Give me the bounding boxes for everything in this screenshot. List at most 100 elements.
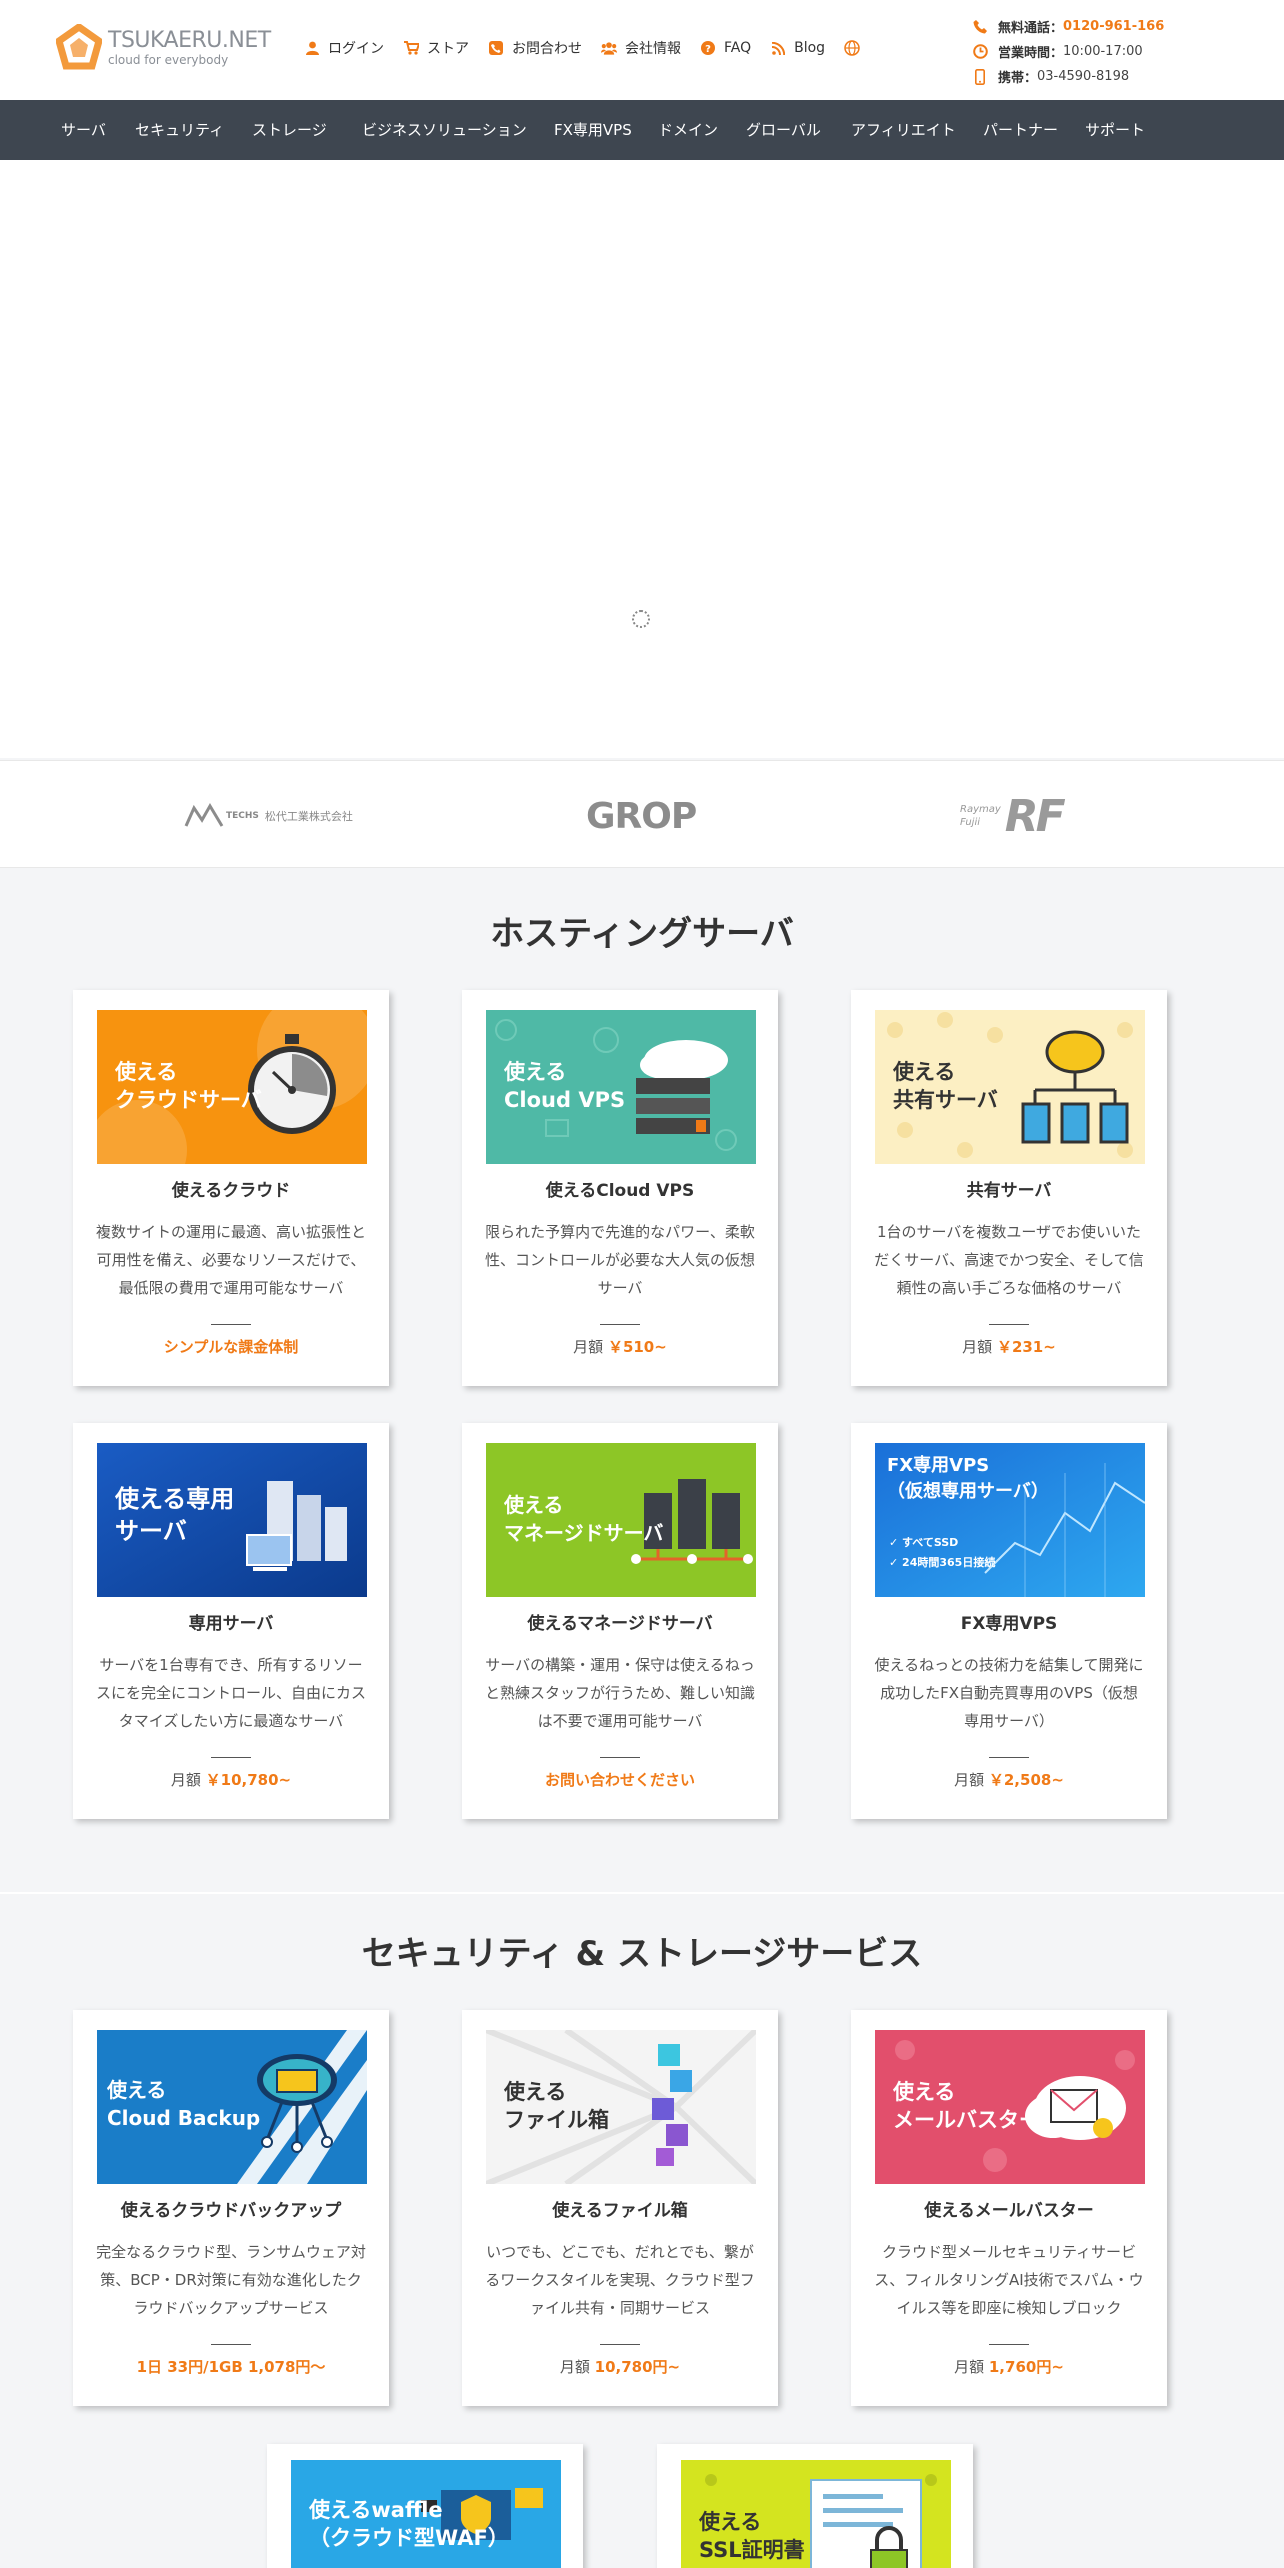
card-title: FX専用VPS [960,1614,1058,1634]
dedicated-server-thumbnail: 使える専用 サーバ [97,1443,367,1597]
card-divider [600,2344,640,2345]
mainnav-fx-vps[interactable]: FX専用VPS [554,100,632,160]
topnav-faq[interactable]: ? FAQ [700,40,751,56]
contact-hours-value: 10:00-17:00 [1063,44,1143,59]
card-divider [600,1324,640,1325]
card-title: 使えるメールバスター [924,2201,1094,2221]
mainnav-server[interactable]: サーバ [61,100,106,160]
ssl-thumbnail: SSL 使える SSL証明書 [681,2460,951,2568]
card-divider [989,2344,1029,2345]
mobile-icon [972,68,988,85]
contact-free: 無料通話： 0120-961-166 [972,14,1164,39]
topnav-store[interactable]: ストア [403,38,469,58]
topnav-blog-label: Blog [794,40,826,56]
service-card-managed[interactable]: 使える マネージドサーバ 使えるマネージドサーバ サーバの構築・運用・保守は使え… [462,1423,778,1819]
topnav-login[interactable]: ログイン [304,38,384,58]
service-card-mail-buster[interactable]: 使える メールバスター 使えるメールバスター クラウド型メールセキュリティサービ… [851,2010,1167,2406]
contact-free-number[interactable]: 0120-961-166 [1063,19,1164,34]
mainnav-support[interactable]: サポート [1085,100,1145,160]
mainnav-business[interactable]: ビジネスソリューション [362,100,527,160]
contact-mobile: 携帯： 03-4590-8198 [972,64,1164,89]
logo-pentagon-icon [56,24,102,70]
contact-info: 無料通話： 0120-961-166 営業時間： 10:00-17:00 携帯：… [972,14,1164,89]
card-title: 使えるCloud VPS [545,1181,695,1201]
card-description: 1台のサーバを複数ユーザでお使いいただくサーバ、高速でかつ安全、そして信頼性の高… [874,1223,1144,1297]
contact-mobile-number[interactable]: 03-4590-8198 [1037,69,1129,84]
topnav-blog[interactable]: Blog [770,40,825,56]
contact-free-label: 無料通話： [998,21,1064,36]
card-title: 使えるクラウドバックアップ [120,2201,342,2221]
service-card-cloud-vps[interactable]: 使える Cloud VPS 使えるCloud VPS 限られた予算内で先進的なパ… [462,990,778,1386]
mainnav-storage[interactable]: ストレージ [252,100,327,160]
user-icon [304,40,320,56]
mainnav-global[interactable]: グローバル [746,100,821,160]
service-card-dedicated[interactable]: 使える専用 サーバ 専用サーバ サーバを1台専有でき、所有するリソースにを完全に… [73,1423,389,1819]
service-card-ssl[interactable]: SSL 使える SSL証明書 [657,2444,973,2568]
contact-mobile-label: 携帯： [998,71,1038,86]
partner-3-small2: Fujii [960,817,981,828]
partner-3-name: RF [1004,790,1066,842]
card-title: 使えるクラウド [171,1181,291,1201]
card-price: 月額 10,780円~ [559,2358,681,2376]
card-description: 使えるねっとの技術力を結集して開発に成功したFX自動売買専用のVPS（仮想専用サ… [874,1656,1144,1730]
mail-buster-thumbnail: 使える メールバスター [875,2030,1145,2184]
card-divider [600,1757,640,1758]
partner-logo-matsushiro[interactable]: TECHS 松代工業株式会社 [184,791,353,841]
cart-icon [403,40,419,56]
cloud-backup-thumbnail: 使える Cloud Backup [97,2030,367,2184]
card-title: 使えるファイル箱 [552,2201,688,2221]
cloud-vps-thumb-text: 使える Cloud VPS [504,1060,626,1112]
svg-text:?: ? [705,44,711,55]
service-card-shared[interactable]: 使える 共有サーバ 共有サーバ 1台のサーバを複数ユーザでお使いいただくサーバ、… [851,990,1167,1386]
managed-thumb-text: 使える マネージドサーバ [504,1493,664,1545]
service-card-cloud[interactable]: 使える クラウドサーバ 使えるクラウド 複数サイトの運用に最適、高い拡張性と可用… [73,990,389,1386]
service-card-waffle[interactable]: 使えるwaffle （クラウド型WAF） [267,2444,583,2568]
topnav-company[interactable]: 会社情報 [601,38,681,58]
card-divider [211,1324,251,1325]
managed-server-thumbnail: 使える マネージドサーバ [486,1443,756,1597]
card-divider [211,2344,251,2345]
card-divider [989,1324,1029,1325]
mainnav-domain[interactable]: ドメイン [658,100,718,160]
topnav-login-label: ログイン [328,41,384,57]
logo-tagline: cloud for everybody [108,53,229,67]
card-title: 使えるマネージドサーバ [527,1614,713,1634]
topnav-language[interactable] [844,40,868,56]
mainnav-affiliate[interactable]: アフィリエイト [851,100,956,160]
waffle-thumbnail: 使えるwaffle （クラウド型WAF） [291,2460,561,2568]
card-divider [211,1757,251,1758]
site-logo[interactable]: TSUKAERU.NET cloud for everybody [56,24,271,72]
file-box-thumbnail: 使える ファイル箱 [486,2030,756,2184]
mainnav-partner[interactable]: パートナー [983,100,1058,160]
partner-logo-grop[interactable]: GROP [586,791,697,841]
partner-logo-raymay-fujii[interactable]: Raymay Fujii RF [960,790,1066,842]
top-navigation: ログイン ストア お問合わせ 会社情報 ? FAQ Blog [304,38,887,58]
card-description: 複数サイトの運用に最適、高い拡張性と可用性を備え、必要なリソースだけで、最低限の… [95,1223,366,1297]
card-description: 完全なるクラウド型、ランサムウェア対策、BCP・DR対策に有効な進化したクラウド… [96,2243,366,2317]
loading-spinner-icon [632,610,650,628]
shared-thumb-text: 使える 共有サーバ [893,1060,998,1112]
techs-mark-icon [184,803,224,827]
rss-icon [770,40,786,56]
waffle-thumb-text: 使えるwaffle （クラウド型WAF） [309,2498,509,2550]
shared-server-thumbnail: 使える 共有サーバ [875,1010,1145,1164]
service-card-file-box[interactable]: 使える ファイル箱 使えるファイル箱 いつでも、どこでも、だれとでも、繋がるワー… [462,2010,778,2406]
mainnav-security[interactable]: セキュリティ [135,100,224,160]
partner-1-name: 松代工業株式会社 [264,810,353,823]
clock-icon [972,44,988,60]
security-section-title: セキュリティ & ストレージサービス [361,1934,923,1974]
contact-hours: 営業時間： 10:00-17:00 [972,39,1164,64]
question-icon: ? [700,40,716,56]
service-card-cloud-backup[interactable]: 使える Cloud Backup 使えるクラウドバックアップ 完全なるクラウド型… [73,2010,389,2406]
card-description: サーバを1台専有でき、所有するリソースにを完全にコントロール、自由にカスタマイズ… [95,1656,366,1730]
card-description: サーバの構築・運用・保守は使えるねっと熟練スタッフが行うため、難しい知識は不要で… [484,1656,755,1730]
section-divider [0,1892,1284,1894]
service-card-fx-vps[interactable]: FX専用VPS （仮想専用サーバ） ✓ すべてSSD ✓ 24時間365日接続 … [851,1423,1167,1819]
logo-name: TSUKAERU.NET [108,28,271,53]
partner-3-small1: Raymay [960,804,1001,815]
card-price: 月額 ￥231~ [962,1338,1056,1356]
contact-hours-label: 営業時間： [998,46,1064,61]
mail-buster-thumb-text: 使える メールバスター [893,2080,1040,2132]
topnav-contact[interactable]: お問合わせ [488,38,582,58]
fx-vps-thumbnail: FX専用VPS （仮想専用サーバ） ✓ すべてSSD ✓ 24時間365日接続 [875,1443,1145,1597]
